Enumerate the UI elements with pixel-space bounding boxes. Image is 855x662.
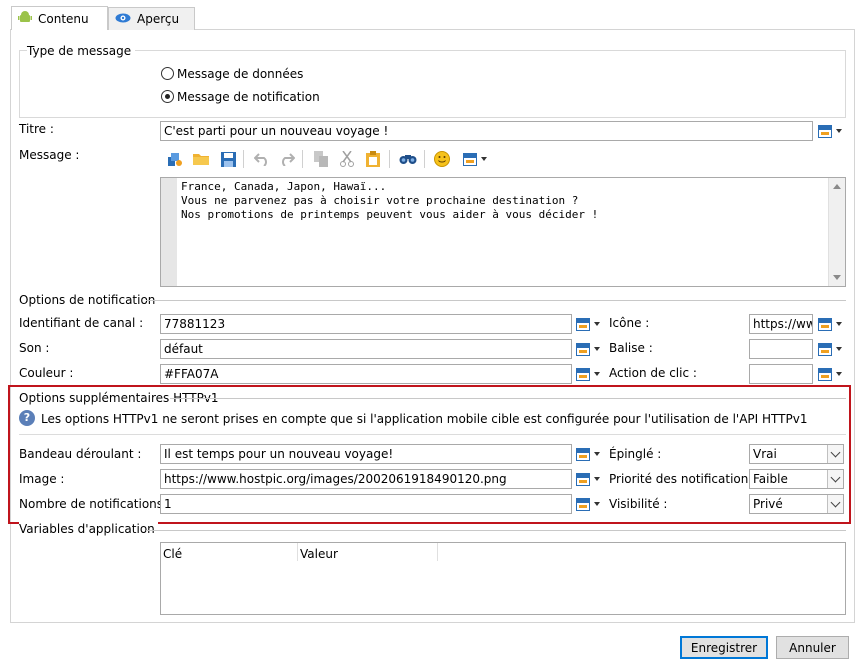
tag-label: Balise :	[609, 341, 653, 355]
app-vars-legend: Variables d'application	[19, 522, 158, 536]
insert-personalization-icon	[168, 153, 182, 166]
click-action-picker[interactable]	[818, 365, 844, 383]
app-vars-table[interactable]: Clé Valeur	[160, 542, 846, 615]
insert-field-icon	[818, 317, 832, 331]
open-button[interactable]	[191, 149, 211, 169]
save-icon	[220, 151, 236, 167]
message-line: France, Canada, Japon, Hawaï...	[181, 180, 387, 193]
paste-icon	[366, 151, 380, 167]
message-type-legend: Type de message	[27, 44, 136, 58]
message-textarea[interactable]: France, Canada, Japon, Hawaï... Vous ne …	[160, 177, 846, 287]
save-button-label: Enregistrer	[690, 640, 758, 655]
chevron-down-icon	[594, 322, 600, 326]
radio-notification-message-label: Message de notification	[177, 90, 320, 104]
cut-icon	[340, 151, 354, 167]
insert-field-icon	[576, 342, 590, 356]
tab-content-label: Contenu	[38, 11, 89, 26]
notif-options-separator	[146, 300, 846, 301]
chevron-down-icon	[836, 129, 842, 133]
copy-button[interactable]	[311, 149, 331, 169]
insert-field-icon	[463, 152, 477, 166]
color-picker[interactable]	[576, 365, 602, 383]
cut-button[interactable]	[337, 149, 357, 169]
insert-personalization-button[interactable]	[165, 149, 185, 169]
chevron-down-icon	[594, 372, 600, 376]
insert-field-icon	[576, 367, 590, 381]
insert-field-icon	[818, 342, 832, 356]
save-content-button[interactable]	[218, 149, 238, 169]
message-label: Message :	[19, 148, 80, 162]
channel-id-picker[interactable]	[576, 315, 602, 333]
column-header-key[interactable]: Clé	[163, 547, 182, 561]
find-button[interactable]	[398, 149, 418, 169]
click-action-label: Action de clic :	[609, 366, 697, 380]
save-button[interactable]: Enregistrer	[680, 636, 768, 659]
title-label: Titre :	[19, 122, 54, 136]
channel-id-input[interactable]: 77881123	[160, 314, 572, 334]
message-type-group	[19, 50, 846, 118]
title-field-picker[interactable]	[818, 122, 844, 140]
message-line: Vous ne parvenez pas à choisir votre pro…	[181, 194, 579, 207]
chevron-down-icon	[836, 347, 842, 351]
toolbar-separator	[389, 150, 390, 168]
message-text: France, Canada, Japon, Hawaï... Vous ne …	[181, 180, 598, 222]
emoji-icon	[434, 151, 450, 167]
redo-icon	[282, 153, 295, 166]
scroll-up-icon	[833, 184, 841, 189]
color-input[interactable]: #FFA07A	[160, 364, 572, 384]
redo-button[interactable]	[277, 149, 297, 169]
eye-icon	[115, 12, 131, 27]
title-input[interactable]: C'est parti pour un nouveau voyage !	[160, 121, 813, 141]
toolbar-separator	[243, 150, 244, 168]
httpv1-highlight-frame	[8, 385, 851, 524]
paste-button[interactable]	[363, 149, 383, 169]
chevron-down-icon	[481, 157, 487, 161]
undo-icon	[254, 153, 267, 166]
sound-picker[interactable]	[576, 340, 602, 358]
radio-data-message[interactable]	[161, 67, 174, 80]
chevron-down-icon	[594, 347, 600, 351]
scroll-down-icon	[833, 275, 841, 280]
tab-content[interactable]: Contenu	[11, 6, 108, 30]
cancel-button-label: Annuler	[789, 640, 836, 655]
icon-picker[interactable]	[818, 315, 844, 333]
tab-preview-label: Aperçu	[137, 12, 180, 26]
insert-field-icon	[818, 367, 832, 381]
sound-label: Son :	[19, 341, 50, 355]
column-divider	[297, 543, 298, 561]
radio-notification-message[interactable]	[161, 90, 174, 103]
insert-field-dropdown[interactable]	[463, 150, 489, 168]
app-vars-separator	[146, 530, 846, 531]
icon-url-input[interactable]: https://www	[749, 314, 813, 334]
radio-data-message-label: Message de données	[177, 67, 304, 81]
column-header-value[interactable]: Valeur	[300, 547, 338, 561]
toolbar-separator	[302, 150, 303, 168]
message-scrollbar[interactable]	[828, 178, 845, 286]
textarea-gutter	[161, 178, 177, 286]
chevron-down-icon	[836, 322, 842, 326]
color-label: Couleur :	[19, 366, 74, 380]
message-line: Nos promotions de printemps peuvent vous…	[181, 208, 599, 221]
click-action-input[interactable]	[749, 364, 813, 384]
toolbar-separator	[424, 150, 425, 168]
insert-field-icon	[818, 124, 832, 138]
icon-label: Icône :	[609, 316, 650, 330]
android-icon	[18, 10, 32, 27]
tag-picker[interactable]	[818, 340, 844, 358]
undo-button[interactable]	[252, 149, 272, 169]
column-divider	[437, 543, 438, 561]
notif-options-legend: Options de notification	[19, 293, 156, 307]
cancel-button[interactable]: Annuler	[776, 636, 849, 659]
insert-field-icon	[576, 317, 590, 331]
tag-input[interactable]	[749, 339, 813, 359]
sound-input[interactable]: défaut	[160, 339, 572, 359]
channel-id-label: Identifiant de canal :	[19, 316, 144, 330]
copy-icon	[314, 151, 328, 167]
chevron-down-icon	[836, 372, 842, 376]
open-folder-icon	[193, 154, 209, 165]
find-icon	[399, 155, 417, 164]
emoji-button[interactable]	[432, 149, 452, 169]
tab-preview[interactable]: Aperçu	[108, 7, 195, 30]
